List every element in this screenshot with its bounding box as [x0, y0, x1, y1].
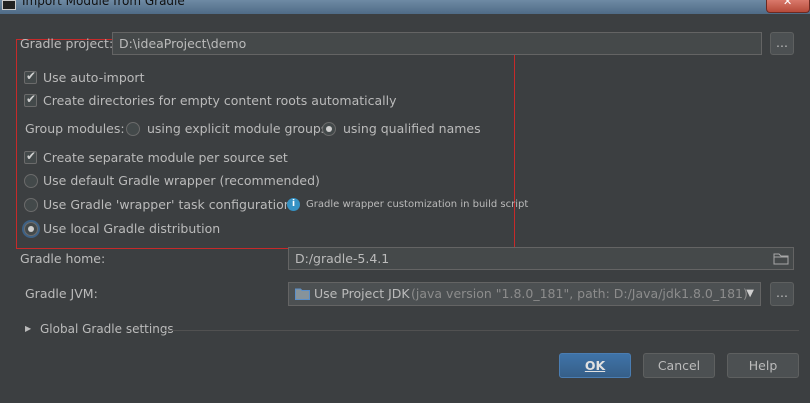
- local-distribution-label: Use local Gradle distribution: [43, 221, 221, 236]
- gradle-project-field[interactable]: D:\ideaProject\demo: [112, 32, 762, 55]
- group-explicit-radio[interactable]: [126, 122, 140, 136]
- group-modules-label: Group modules:: [25, 121, 125, 136]
- group-qualified-radio[interactable]: [322, 122, 336, 136]
- wrapper-task-radio[interactable]: [24, 198, 38, 212]
- gradle-home-value: D:/gradle-5.4.1: [295, 251, 390, 266]
- default-wrapper-label: Use default Gradle wrapper (recommended): [43, 173, 320, 188]
- local-distribution-option[interactable]: Use local Gradle distribution: [20, 221, 240, 237]
- window-title: Import Module from Gradle: [22, 0, 185, 8]
- chevron-right-icon: ▶: [25, 324, 32, 333]
- create-dirs-label: Create directories for empty content roo…: [43, 93, 397, 108]
- auto-import-checkbox[interactable]: ✔: [24, 69, 37, 84]
- gradle-jvm-label: Gradle JVM:: [25, 286, 98, 301]
- create-dirs-checkbox[interactable]: ✔: [24, 92, 37, 107]
- close-icon: ✕: [783, 0, 793, 8]
- chevron-down-icon: ▼: [746, 288, 754, 299]
- browse-project-button[interactable]: ...: [770, 32, 794, 55]
- project-folder-icon: [295, 288, 310, 300]
- checkmark-icon: ✔: [26, 149, 37, 163]
- radio-selected-dot: [326, 126, 332, 132]
- info-icon: i: [287, 198, 300, 211]
- group-qualified-label: using qualified names: [343, 121, 481, 136]
- help-button[interactable]: Help: [727, 353, 799, 378]
- ok-button[interactable]: OK: [559, 353, 631, 378]
- default-wrapper-radio[interactable]: [24, 174, 38, 188]
- checkmark-icon: ✔: [26, 69, 37, 83]
- separate-module-option[interactable]: ✔ Create separate module per source set: [20, 149, 300, 166]
- gradle-project-label: Gradle project:: [20, 36, 114, 51]
- window-title-bar: Import Module from Gradle ✕: [0, 0, 810, 14]
- wrapper-task-label: Use Gradle 'wrapper' task configuration: [43, 197, 292, 212]
- group-explicit-option[interactable]: using explicit module groups: [126, 121, 327, 137]
- gradle-home-label: Gradle home:: [20, 251, 106, 266]
- auto-import-label: Use auto-import: [43, 70, 145, 85]
- browse-jvm-button[interactable]: ...: [770, 282, 794, 306]
- wrapper-hint-text: Gradle wrapper customization in build sc…: [306, 199, 529, 210]
- default-wrapper-option[interactable]: Use default Gradle wrapper (recommended): [20, 173, 320, 189]
- group-explicit-label: using explicit module groups: [147, 121, 328, 136]
- folder-icon[interactable]: [773, 252, 789, 265]
- wrapper-task-option[interactable]: Use Gradle 'wrapper' task configuration: [20, 197, 292, 213]
- app-icon: [2, 0, 16, 10]
- section-divider: [165, 330, 799, 331]
- group-qualified-option[interactable]: using qualified names: [322, 121, 482, 137]
- checkmark-icon: ✔: [26, 92, 37, 106]
- separate-module-checkbox[interactable]: ✔: [24, 149, 37, 164]
- gradle-jvm-value: Use Project JDK: [314, 286, 410, 301]
- local-distribution-radio[interactable]: [24, 222, 38, 236]
- separate-module-label: Create separate module per source set: [43, 150, 288, 165]
- gradle-jvm-dropdown[interactable]: Use Project JDK (java version "1.8.0_181…: [288, 282, 761, 306]
- global-gradle-settings-label: Global Gradle settings: [40, 322, 174, 336]
- auto-import-option[interactable]: ✔ Use auto-import: [20, 69, 220, 86]
- global-gradle-settings-toggle[interactable]: ▶ Global Gradle settings: [25, 322, 174, 338]
- gradle-home-field[interactable]: D:/gradle-5.4.1: [288, 247, 794, 270]
- close-window-button[interactable]: ✕: [766, 0, 810, 13]
- create-dirs-option[interactable]: ✔ Create directories for empty content r…: [20, 92, 440, 109]
- cancel-button[interactable]: Cancel: [643, 353, 715, 378]
- radio-selected-dot: [28, 226, 34, 232]
- gradle-jvm-detail: (java version "1.8.0_181", path: D:/Java…: [411, 286, 748, 301]
